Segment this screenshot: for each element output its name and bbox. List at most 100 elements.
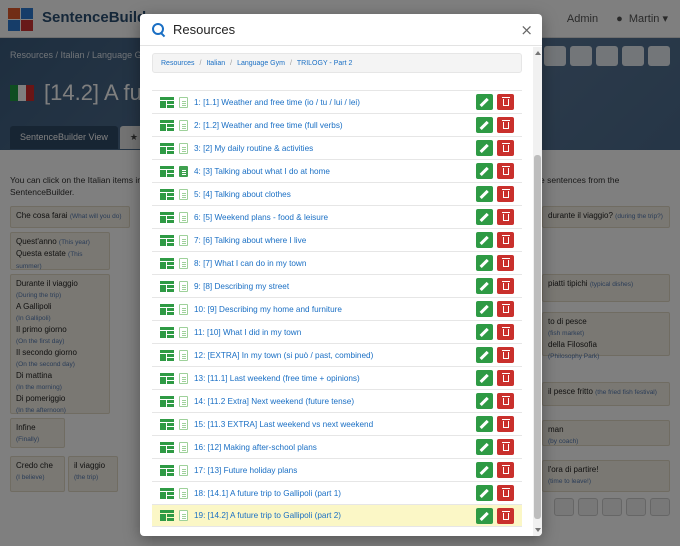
breadcrumb-language-gym[interactable]: Language Gym bbox=[237, 60, 285, 67]
resource-link[interactable]: 13: [11.1] Last weekend (free time + opi… bbox=[194, 374, 472, 383]
document-icon[interactable] bbox=[179, 464, 188, 476]
resource-link[interactable]: 15: [11.3 EXTRA] Last weekend vs next we… bbox=[194, 420, 472, 429]
delete-button[interactable] bbox=[497, 462, 514, 478]
scrollbar-thumb[interactable] bbox=[534, 155, 541, 519]
edit-button[interactable] bbox=[476, 255, 493, 271]
delete-button[interactable] bbox=[497, 94, 514, 110]
resource-link[interactable]: 12: [EXTRA] In my town (si può / past, c… bbox=[194, 351, 472, 360]
document-icon[interactable] bbox=[179, 418, 188, 430]
sentence-builder-grid-icon[interactable] bbox=[160, 257, 174, 269]
document-icon[interactable] bbox=[179, 234, 188, 246]
resource-row[interactable]: 19: [14.2] A future trip to Gallipoli (p… bbox=[152, 504, 522, 527]
document-icon[interactable] bbox=[179, 441, 188, 453]
edit-button[interactable] bbox=[476, 301, 493, 317]
resource-link[interactable]: 9: [8] Describing my street bbox=[194, 282, 472, 291]
scroll-down-icon[interactable] bbox=[535, 528, 541, 532]
sentence-builder-grid-icon[interactable] bbox=[160, 211, 174, 223]
resource-row[interactable]: 13: [11.1] Last weekend (free time + opi… bbox=[152, 366, 522, 389]
delete-button[interactable] bbox=[497, 255, 514, 271]
resource-row[interactable]: 7: [6] Talking about where I live bbox=[152, 228, 522, 251]
delete-button[interactable] bbox=[497, 278, 514, 294]
resource-row[interactable]: 2: [1.2] Weather and free time (full ver… bbox=[152, 113, 522, 136]
delete-button[interactable] bbox=[497, 370, 514, 386]
sentence-builder-grid-icon[interactable] bbox=[160, 280, 174, 292]
edit-button[interactable] bbox=[476, 94, 493, 110]
delete-button[interactable] bbox=[497, 186, 514, 202]
document-icon[interactable] bbox=[179, 395, 188, 407]
delete-button[interactable] bbox=[497, 439, 514, 455]
sentence-builder-grid-icon[interactable] bbox=[160, 165, 174, 177]
sentence-builder-grid-icon[interactable] bbox=[160, 188, 174, 200]
document-icon[interactable] bbox=[179, 372, 188, 384]
document-icon[interactable] bbox=[179, 165, 188, 177]
delete-button[interactable] bbox=[497, 301, 514, 317]
sentence-builder-grid-icon[interactable] bbox=[160, 119, 174, 131]
edit-button[interactable] bbox=[476, 278, 493, 294]
delete-button[interactable] bbox=[497, 507, 514, 524]
sentence-builder-grid-icon[interactable] bbox=[160, 142, 174, 154]
resource-link[interactable]: 14: [11.2 Extra] Next weekend (future te… bbox=[194, 397, 472, 406]
document-icon[interactable] bbox=[179, 96, 188, 108]
delete-button[interactable] bbox=[497, 485, 514, 501]
resource-row[interactable]: 5: [4] Talking about clothes bbox=[152, 182, 522, 205]
edit-button[interactable] bbox=[476, 462, 493, 478]
resource-link[interactable]: 18: [14.1] A future trip to Gallipoli (p… bbox=[194, 489, 472, 498]
resource-row[interactable]: 8: [7] What I can do in my town bbox=[152, 251, 522, 274]
resource-row[interactable]: 17: [13] Future holiday plans bbox=[152, 458, 522, 481]
resource-link[interactable]: 1: [1.1] Weather and free time (io / tu … bbox=[194, 98, 472, 107]
delete-button[interactable] bbox=[497, 232, 514, 248]
edit-button[interactable] bbox=[476, 347, 493, 363]
edit-button[interactable] bbox=[476, 507, 493, 524]
sentence-builder-grid-icon[interactable] bbox=[160, 418, 174, 430]
edit-button[interactable] bbox=[476, 232, 493, 248]
edit-button[interactable] bbox=[476, 209, 493, 225]
edit-button[interactable] bbox=[476, 163, 493, 179]
resource-row[interactable]: 4: [3] Talking about what I do at home bbox=[152, 159, 522, 182]
resource-link[interactable]: 10: [9] Describing my home and furniture bbox=[194, 305, 472, 314]
document-icon[interactable] bbox=[179, 257, 188, 269]
resource-link[interactable]: 4: [3] Talking about what I do at home bbox=[194, 167, 472, 176]
resource-row[interactable]: 14: [11.2 Extra] Next weekend (future te… bbox=[152, 389, 522, 412]
resource-link[interactable]: 11: [10] What I did in my town bbox=[194, 328, 472, 337]
breadcrumb-resources[interactable]: Resources bbox=[161, 60, 194, 67]
document-icon[interactable] bbox=[179, 142, 188, 154]
resource-row[interactable]: 12: [EXTRA] In my town (si può / past, c… bbox=[152, 343, 522, 366]
edit-button[interactable] bbox=[476, 324, 493, 340]
resource-row[interactable]: 15: [11.3 EXTRA] Last weekend vs next we… bbox=[152, 412, 522, 435]
delete-button[interactable] bbox=[497, 163, 514, 179]
document-icon[interactable] bbox=[179, 487, 188, 499]
edit-button[interactable] bbox=[476, 117, 493, 133]
resource-row[interactable]: 18: [14.1] A future trip to Gallipoli (p… bbox=[152, 481, 522, 504]
resource-row[interactable]: 1: [1.1] Weather and free time (io / tu … bbox=[152, 90, 522, 113]
resource-link[interactable]: 3: [2] My daily routine & activities bbox=[194, 144, 472, 153]
sentence-builder-grid-icon[interactable] bbox=[160, 395, 174, 407]
document-icon[interactable] bbox=[179, 510, 188, 521]
sentence-builder-grid-icon[interactable] bbox=[160, 303, 174, 315]
sentence-builder-grid-icon[interactable] bbox=[160, 234, 174, 246]
breadcrumb-italian[interactable]: Italian bbox=[206, 60, 225, 67]
edit-button[interactable] bbox=[476, 485, 493, 501]
resource-link[interactable]: 16: [12] Making after-school plans bbox=[194, 443, 472, 452]
edit-button[interactable] bbox=[476, 370, 493, 386]
delete-button[interactable] bbox=[497, 347, 514, 363]
sentence-builder-grid-icon[interactable] bbox=[160, 372, 174, 384]
delete-button[interactable] bbox=[497, 416, 514, 432]
edit-button[interactable] bbox=[476, 186, 493, 202]
modal-scrollbar[interactable] bbox=[533, 47, 542, 536]
resource-row[interactable]: 11: [10] What I did in my town bbox=[152, 320, 522, 343]
resource-link[interactable]: 7: [6] Talking about where I live bbox=[194, 236, 472, 245]
sentence-builder-grid-icon[interactable] bbox=[160, 441, 174, 453]
edit-button[interactable] bbox=[476, 393, 493, 409]
resource-link[interactable]: 19: [14.2] A future trip to Gallipoli (p… bbox=[194, 511, 472, 520]
document-icon[interactable] bbox=[179, 119, 188, 131]
document-icon[interactable] bbox=[179, 280, 188, 292]
document-icon[interactable] bbox=[179, 326, 188, 338]
sentence-builder-grid-icon[interactable] bbox=[160, 96, 174, 108]
document-icon[interactable] bbox=[179, 349, 188, 361]
close-icon[interactable]: × bbox=[520, 21, 533, 39]
delete-button[interactable] bbox=[497, 209, 514, 225]
document-icon[interactable] bbox=[179, 211, 188, 223]
sentence-builder-grid-icon[interactable] bbox=[160, 464, 174, 476]
breadcrumb-trilogy-part-2[interactable]: TRILOGY - Part 2 bbox=[297, 60, 353, 67]
scroll-up-icon[interactable] bbox=[535, 51, 541, 55]
